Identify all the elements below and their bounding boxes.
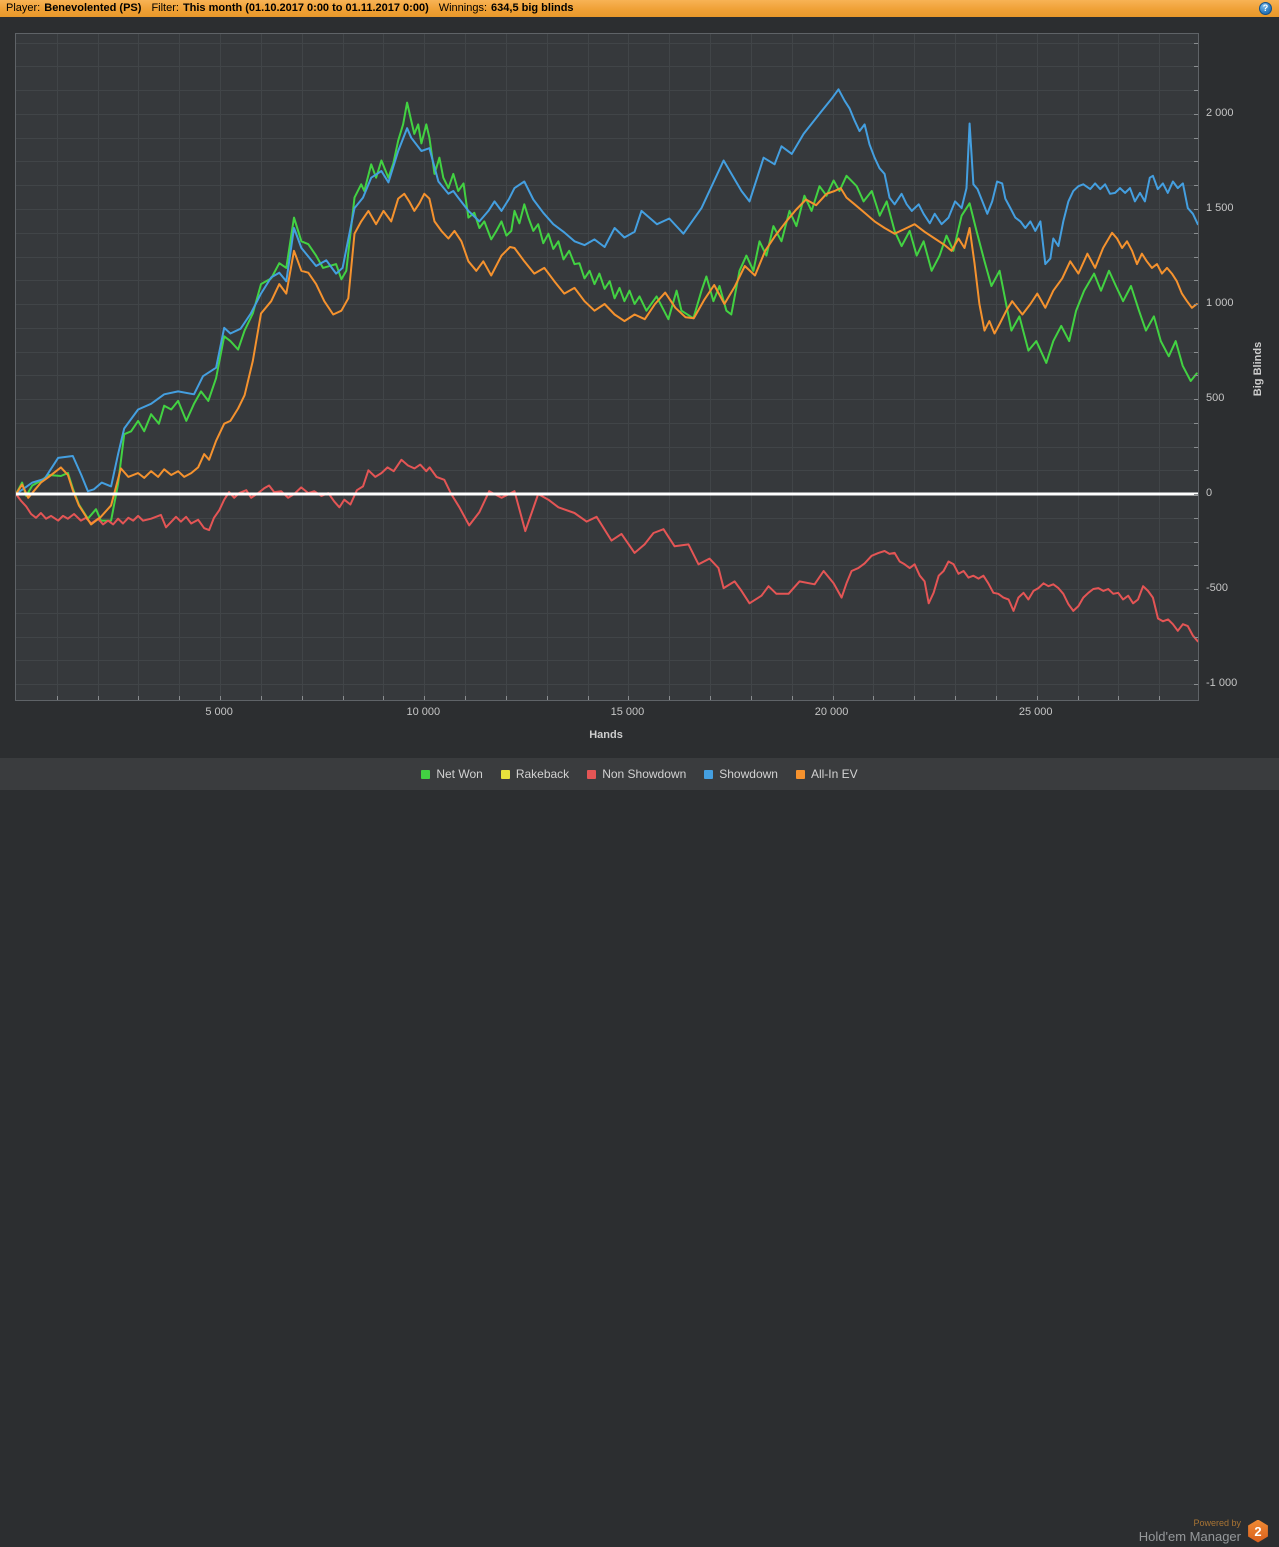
filter-label: Filter: [151,2,179,14]
x-tick-label: 25 000 [1018,706,1053,718]
x-axis-title: Hands [589,729,623,741]
legend-item-net-won[interactable]: Net Won [421,767,483,781]
legend-swatch-icon [795,769,805,779]
legend-item-all-in-ev[interactable]: All-In EV [795,767,858,781]
powered-by-label: Powered by [1193,1518,1241,1528]
legend-label: All-In EV [810,767,858,781]
chart-legend: Net Won Rakeback Non Showdown Showdown All-I… [0,758,1279,790]
player-value: Benevolented (PS) [44,2,142,14]
powered-by-block: Powered by Hold'em Manager 2 [1139,1515,1269,1547]
legend-item-non-showdown[interactable]: Non Showdown [587,767,686,781]
winnings-label: Winnings: [438,2,488,14]
legend-label: Non Showdown [602,767,687,781]
series-all-in-ev [16,187,1198,526]
player-label: Player: [6,2,41,14]
y-tick-label: 0 [1206,487,1213,500]
y-tick-label: -1 000 [1206,677,1238,690]
y-tick-label: 2 000 [1206,106,1234,119]
y-tick-label: 500 [1206,392,1225,405]
y-tick-label: 1 000 [1206,297,1234,309]
winnings-value: 634,5 big blinds [491,2,574,14]
axis-ticks [57,43,1198,700]
legend-swatch-icon [500,769,510,779]
legend-item-showdown[interactable]: Showdown [704,767,778,781]
legend-swatch-icon [421,769,431,779]
legend-label: Rakeback [515,767,570,781]
legend-swatch-icon [587,769,597,779]
brand-name: Hold'em Manager [1138,1529,1241,1544]
y-tick-label: -500 [1206,582,1229,595]
legend-bar: Net Won Rakeback Non Showdown Showdown All-I… [0,758,1279,1543]
legend-label: Showdown [719,767,778,781]
x-tick-label: 5 000 [205,706,233,718]
help-icon[interactable]: ? [1259,2,1272,15]
gridlines [16,34,1198,700]
legend-swatch-icon [704,769,714,779]
legend-label: Net Won [436,767,483,781]
series-showdown [16,88,1198,495]
chart-plot-area [15,33,1199,701]
x-tick-label: 20 000 [814,706,849,718]
filter-value: This month (01.10.2017 0:00 to 01.11.201… [182,2,429,14]
y-axis-title: Big Blinds [1252,341,1264,397]
y-tick-label: 1 500 [1206,202,1234,214]
series-non-showdown [16,458,1198,643]
x-tick-label: 15 000 [610,706,645,718]
results-graph [16,34,1198,700]
x-tick-label: 10 000 [406,706,441,718]
hm2-logo-icon: 2 [1248,1519,1268,1543]
legend-item-rakeback[interactable]: Rakeback [500,767,570,781]
header-bar: Player: Benevolented (PS) Filter: This mont… [0,0,1279,17]
